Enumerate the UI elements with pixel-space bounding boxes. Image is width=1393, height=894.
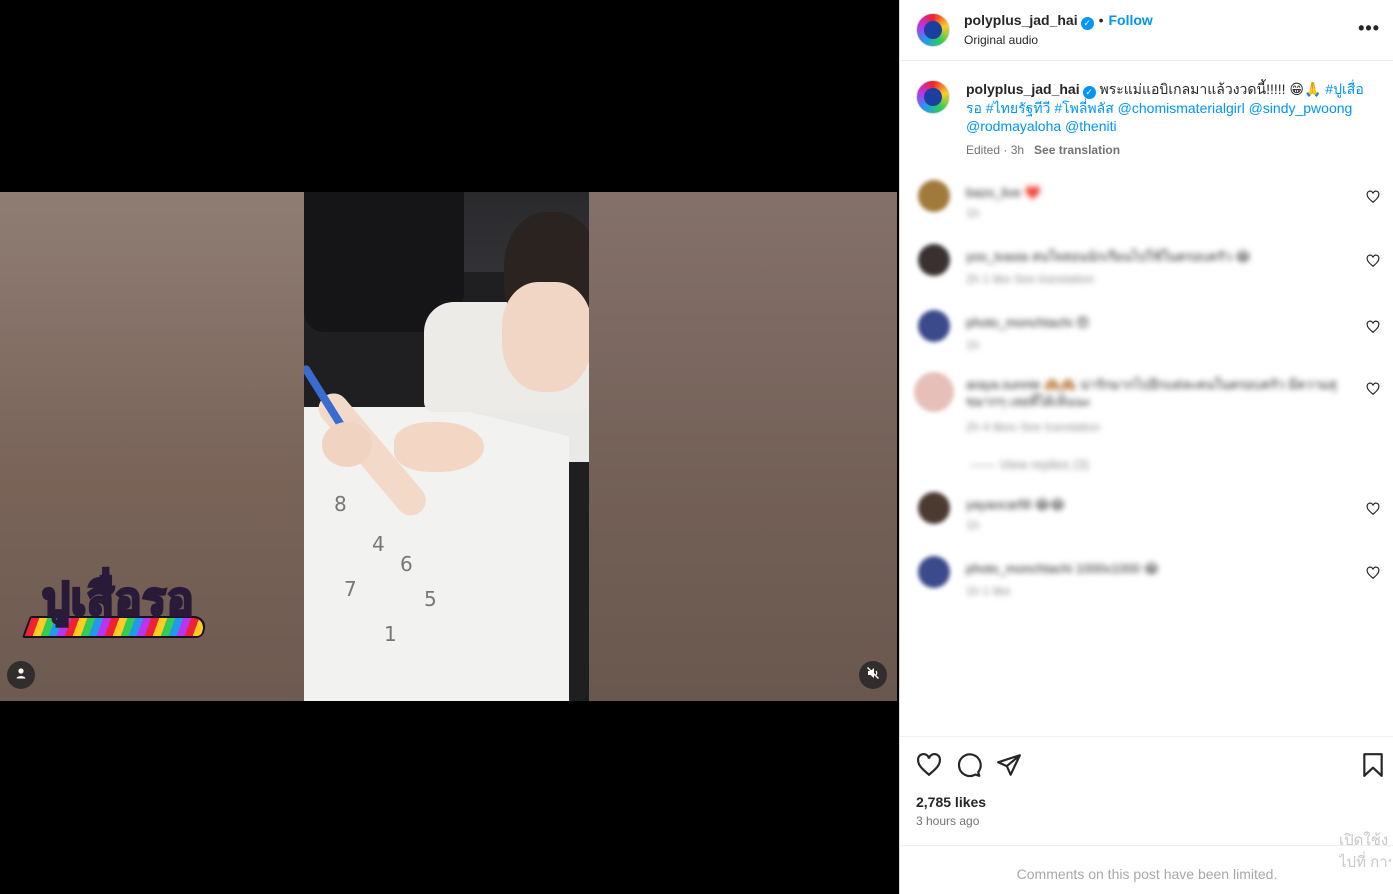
comment-avatar[interactable] — [918, 244, 950, 276]
comment-text: photo_monchtachi 😍 — [966, 315, 1090, 330]
comment-item: araya.sunnie 🙈🙈 น่ารักมากไปอีกแต่ละคนในค… — [914, 372, 1384, 442]
author-avatar[interactable] — [916, 13, 950, 47]
comment-like-icon[interactable] — [1366, 502, 1380, 516]
comment-text: araya.sunnie 🙈🙈 น่ารักมากไปอีกแต่ละคนในค… — [966, 377, 1337, 409]
hashtag-link[interactable]: #โพลี่พลัส — [1054, 100, 1113, 116]
comment-meta: 1h — [966, 518, 980, 532]
comment-meta: 1h — [966, 338, 980, 352]
mute-button[interactable] — [859, 661, 887, 689]
share-icon[interactable] — [996, 752, 1022, 778]
follow-button[interactable]: Follow — [1109, 12, 1153, 28]
video-blur-right — [589, 192, 897, 701]
comment-item: photo_monchtachi 😍 1h — [914, 310, 1384, 360]
mention-link[interactable]: @theniti — [1065, 118, 1117, 134]
see-translation-link[interactable]: See translation — [1034, 143, 1120, 157]
comment-like-icon[interactable] — [1366, 254, 1380, 268]
scribble-digit: 7 — [344, 577, 357, 601]
caption-meta: Edited · 3h See translation — [966, 143, 1120, 157]
child-face — [502, 282, 589, 392]
comment-avatar[interactable] — [918, 180, 950, 212]
comment-like-icon[interactable] — [1366, 566, 1380, 580]
author-line: polyplus_jad_hai ✓ • Follow — [964, 12, 1153, 30]
tagged-users-button[interactable] — [7, 661, 35, 689]
comment-avatar[interactable] — [918, 310, 950, 342]
comment-like-icon[interactable] — [1366, 382, 1380, 396]
scribble-digit: 1 — [384, 622, 397, 646]
post-viewer: 8 4 6 7 5 1 ปูเสื่อรอ polyplus_jad_hai ✓… — [0, 0, 1393, 894]
video-player[interactable]: 8 4 6 7 5 1 ปูเสื่อรอ — [0, 192, 897, 701]
comment-text: yoo_tvasia สนใจสอนนักเรียนไปใช้ในครอบครั… — [966, 249, 1251, 264]
comment-item: yayaocarfill 😂😂 1h — [914, 492, 1384, 542]
heart-icon[interactable] — [916, 752, 942, 778]
likes-count[interactable]: 2,785 likes — [916, 794, 986, 810]
user-tag-icon — [14, 666, 28, 685]
activate-line-1: เปิดใช้ง — [1339, 832, 1389, 849]
comment-like-icon[interactable] — [1366, 190, 1380, 204]
comment-meta: 1h 1 like — [966, 584, 1011, 598]
comment-avatar[interactable] — [914, 372, 954, 412]
comment-item: yoo_tvasia สนใจสอนนักเรียนไปใช้ในครอบครั… — [914, 244, 1384, 294]
comment-avatar[interactable] — [918, 556, 950, 588]
post-time: 3 hours ago — [916, 814, 980, 828]
comment-item: photo_monchtachi 1000x1000 😂 1h 1 like — [914, 556, 1384, 606]
caption-text: พระแม่แอบิเกลมาแล้วงวดนี้!!!!! 😁🙏 — [1099, 81, 1322, 97]
comment-text: bazo_live ❤️ — [966, 185, 1041, 200]
scribble-digit: 6 — [400, 552, 413, 576]
post-side-panel: polyplus_jad_hai ✓ • Follow Original audio … — [899, 0, 1393, 894]
comment-meta: 1h — [966, 206, 980, 220]
save-icon[interactable] — [1360, 752, 1386, 778]
child-hand — [394, 422, 484, 472]
mention-link[interactable]: @chomismaterialgirl — [1118, 100, 1245, 116]
show-logo-text: ปูเสื่อรอ — [40, 573, 195, 627]
scribble-digit: 5 — [424, 587, 437, 611]
separator-dot: • — [1098, 12, 1104, 28]
view-replies-label[interactable]: —— View replies (3) — [970, 456, 1360, 473]
caption: polyplus_jad_hai ✓ พระแม่แอบิเกลมาแล้วงวด… — [966, 80, 1376, 135]
mention-link[interactable]: @sindy_pwoong — [1249, 100, 1353, 116]
view-replies[interactable]: —— View replies (3) — [914, 452, 1384, 476]
post-header: polyplus_jad_hai ✓ • Follow Original audio … — [900, 0, 1393, 61]
mention-link[interactable]: @rodmayaloha — [966, 118, 1061, 134]
post-actions: 2,785 likes 3 hours ago — [900, 736, 1393, 844]
comment-meta: 2h 4 likes See translation — [966, 420, 1101, 434]
activate-windows-watermark: เปิดใช้ง ไปที่ การ — [1339, 830, 1391, 874]
activate-line-2: ไปที่ การ — [1339, 854, 1391, 871]
hashtag-link[interactable]: #ไทยรัฐทีวี — [986, 100, 1051, 116]
comment-text: photo_monchtachi 1000x1000 😂 — [966, 561, 1159, 576]
caption-avatar[interactable] — [916, 80, 950, 114]
mute-icon — [866, 666, 880, 685]
video-frame: 8 4 6 7 5 1 — [304, 192, 589, 701]
scribble-digit: 4 — [372, 532, 385, 556]
comment-icon[interactable] — [956, 752, 982, 778]
comment-like-icon[interactable] — [1366, 320, 1380, 334]
comment-text: yayaocarfill 😂😂 — [966, 497, 1066, 512]
caption-username[interactable]: polyplus_jad_hai — [966, 81, 1080, 97]
comment-item: bazo_live ❤️ 1h — [914, 180, 1384, 230]
verified-icon: ✓ — [1080, 17, 1094, 30]
comment-meta: 2h 1 like See translation — [966, 272, 1095, 286]
comments-limited-notice: Comments on this post have been limited. — [900, 845, 1393, 894]
scribble-digit: 8 — [334, 492, 347, 516]
audio-label[interactable]: Original audio — [964, 33, 1038, 47]
edited-time: Edited · 3h — [966, 143, 1025, 157]
more-icon[interactable]: ••• — [1358, 18, 1380, 39]
author-username[interactable]: polyplus_jad_hai — [964, 12, 1078, 28]
child-hand-writing — [322, 422, 372, 467]
verified-icon: ✓ — [1082, 86, 1096, 99]
show-logo: ปูเสื่อรอ — [21, 564, 222, 654]
media-area: 8 4 6 7 5 1 ปูเสื่อรอ — [0, 0, 899, 894]
comment-avatar[interactable] — [918, 492, 950, 524]
